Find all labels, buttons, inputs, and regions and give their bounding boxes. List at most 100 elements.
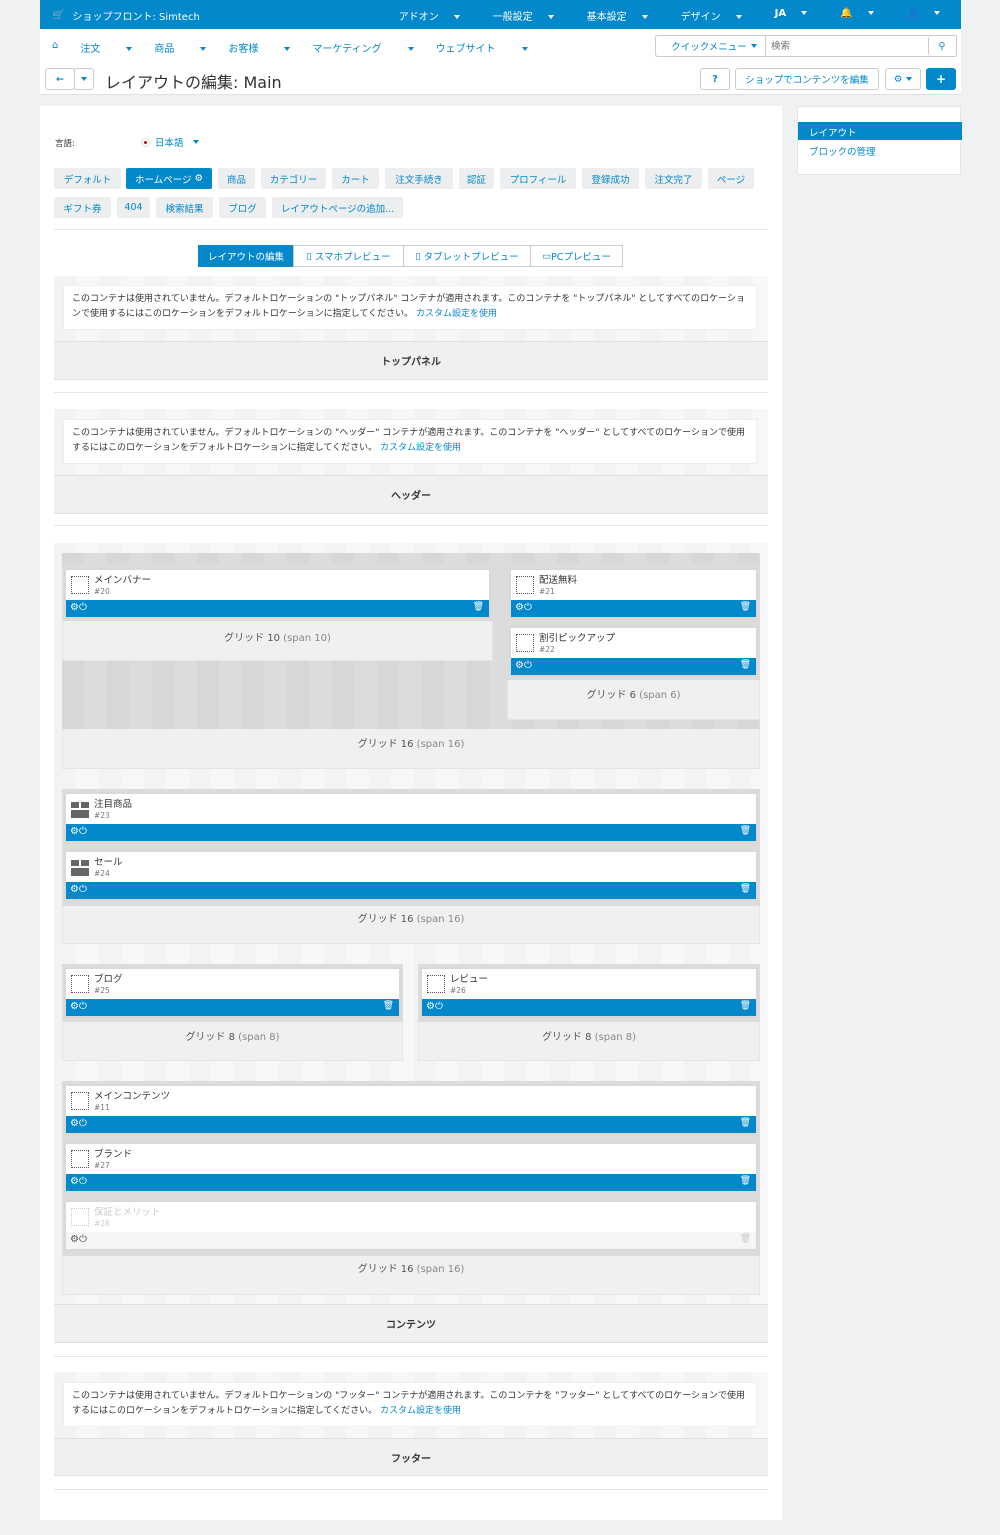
power-icon[interactable]: ⏻ — [79, 1234, 87, 1245]
topnav-addons[interactable]: アドオン — [377, 8, 471, 23]
gear-icon[interactable]: ⚙ — [426, 1001, 435, 1012]
tab-auth[interactable]: 認証 — [459, 168, 494, 189]
tab-desktop-preview[interactable]: ▭ PCプレビュー — [530, 245, 623, 267]
tab-products[interactable]: 商品 — [218, 168, 255, 189]
tab-checkout[interactable]: 注文手続き — [385, 168, 453, 189]
tab-gift-certificates[interactable]: ギフト券 — [54, 197, 111, 218]
settings-dropdown-button[interactable]: ⚙ — [885, 68, 921, 90]
help-button[interactable]: ? — [700, 68, 730, 90]
block-brands[interactable]: ブランド #27 ⚙⏻ 🗑 — [64, 1142, 758, 1193]
block-id: #27 — [94, 1161, 110, 1170]
power-icon[interactable]: ⏻ — [79, 1001, 87, 1012]
tab-mobile-preview[interactable]: ▯ スマホプレビュー — [293, 245, 404, 267]
block-main-content[interactable]: メインコンテンツ #11 ⚙⏻ 🗑 — [64, 1084, 758, 1135]
power-icon[interactable]: ⏻ — [524, 602, 532, 613]
block-free-shipping[interactable]: 配送無料 #21 ⚙⏻ 🗑 — [509, 568, 758, 619]
block-featured-products[interactable]: 注目商品 #23 ⚙⏻ 🗑 — [64, 792, 758, 843]
block-discount-pickup[interactable]: 割引ピックアップ #22 ⚙⏻ 🗑 — [509, 626, 758, 677]
grid-8-a-label: グリッド 8 (span 8) — [185, 1032, 280, 1043]
edit-on-store-button[interactable]: ショップでコンテンツを編集 — [735, 68, 879, 90]
top-panel-label: トップパネル — [54, 341, 768, 380]
search-icon[interactable]: ⚲ — [928, 36, 955, 56]
storefront-switcher[interactable]: 🛒 ショップフロント: Simtech — [52, 8, 200, 23]
gear-icon[interactable]: ⚙ — [70, 1176, 79, 1187]
tab-registration-success[interactable]: 登録成功 — [582, 168, 639, 189]
content-label: コンテンツ — [54, 1304, 768, 1343]
block-blog[interactable]: ブログ #25 ⚙⏻ 🗑 — [64, 967, 401, 1018]
gear-icon[interactable]: ⚙ — [515, 602, 524, 613]
tab-search-results[interactable]: 検索結果 — [156, 197, 213, 218]
block-guarantees-disabled[interactable]: 保証とメリット #28 ⚙⏻ 🗑 — [64, 1200, 758, 1251]
tab-default[interactable]: デフォルト — [54, 168, 121, 189]
tab-edit-layout[interactable]: レイアウトの編集 — [198, 245, 294, 267]
tab-add-layout-page[interactable]: レイアウトページの追加... — [272, 197, 403, 218]
tab-cart[interactable]: カート — [332, 168, 379, 189]
gear-icon[interactable]: ⚙ — [195, 173, 204, 184]
tablet-icon: ▯ — [415, 250, 421, 262]
block-name: 割引ピックアップ — [539, 633, 616, 644]
power-icon[interactable]: ⏻ — [524, 660, 532, 671]
back-dropdown-button[interactable] — [74, 68, 94, 90]
gear-icon[interactable]: ⚙ — [515, 660, 524, 671]
trash-icon[interactable]: 🗑 — [473, 602, 484, 612]
power-icon[interactable]: ⏻ — [79, 602, 87, 613]
gear-icon[interactable]: ⚙ — [70, 884, 79, 895]
trash-icon[interactable]: 🗑 — [740, 1176, 751, 1186]
tab-order-complete[interactable]: 注文完了 — [645, 168, 702, 189]
tab-tablet-preview[interactable]: ▯ タブレットプレビュー — [403, 245, 531, 267]
trash-icon[interactable]: 🗑 — [740, 884, 751, 894]
menu-customers[interactable]: お客様 — [228, 40, 291, 55]
block-reviews[interactable]: レビュー #26 ⚙⏻ 🗑 — [420, 967, 758, 1018]
power-icon[interactable]: ⏻ — [79, 1176, 87, 1187]
tab-blog[interactable]: ブログ — [219, 197, 266, 218]
block-main-banner[interactable]: メインバナー #20 ⚙⏻ 🗑 — [64, 568, 491, 619]
use-custom-settings-link[interactable]: カスタム設定を使用 — [380, 443, 461, 453]
menu-products[interactable]: 商品 — [154, 40, 207, 55]
menu-orders[interactable]: 注文 — [80, 40, 133, 55]
bell-icon[interactable]: 🔔 — [818, 8, 884, 23]
language-selector[interactable]: 日本語 — [141, 135, 199, 149]
gear-icon[interactable]: ⚙ — [70, 1118, 79, 1129]
use-custom-settings-link[interactable]: カスタム設定を使用 — [416, 309, 497, 319]
topnav-design[interactable]: デザイン — [659, 8, 753, 23]
trash-icon[interactable]: 🗑 — [383, 1001, 394, 1011]
use-custom-settings-link[interactable]: カスタム設定を使用 — [380, 1406, 461, 1416]
menu-marketing[interactable]: マーケティング — [312, 40, 414, 55]
block-id: #28 — [94, 1219, 110, 1228]
tab-pages[interactable]: ページ — [708, 168, 754, 189]
block-toolbar: ⚙⏻ 🗑 — [66, 1116, 756, 1133]
power-icon[interactable]: ⏻ — [79, 884, 87, 895]
topnav-language[interactable]: JA — [753, 8, 818, 23]
gear-icon[interactable]: ⚙ — [70, 1234, 79, 1245]
back-button[interactable]: ← — [45, 68, 75, 90]
trash-icon[interactable]: 🗑 — [740, 602, 751, 612]
sidebar-item-manage-blocks[interactable]: ブロックの管理 — [809, 144, 876, 158]
power-icon[interactable]: ⏻ — [79, 1118, 87, 1129]
gear-icon[interactable]: ⚙ — [70, 1001, 79, 1012]
power-icon[interactable]: ⏻ — [79, 826, 87, 837]
sidebar-item-layouts[interactable]: レイアウト — [798, 122, 962, 140]
block-sale[interactable]: セール #24 ⚙⏻ 🗑 — [64, 850, 758, 901]
gear-icon[interactable]: ⚙ — [70, 602, 79, 613]
grid-16-c-label: グリッド 16 (span 16) — [357, 1264, 465, 1275]
gear-icon[interactable]: ⚙ — [70, 826, 79, 837]
tab-categories[interactable]: カテゴリー — [261, 168, 326, 189]
header-label: ヘッダー — [54, 475, 768, 514]
divider — [54, 525, 768, 526]
trash-icon[interactable]: 🗑 — [740, 1001, 751, 1011]
trash-icon[interactable]: 🗑 — [740, 1234, 751, 1244]
user-icon[interactable]: 👤 — [885, 8, 951, 23]
topnav-basic-settings[interactable]: 基本設定 — [565, 8, 659, 23]
tab-homepage[interactable]: ホームページ ⚙ — [126, 168, 212, 189]
add-button[interactable]: + — [926, 68, 956, 90]
power-icon[interactable]: ⏻ — [435, 1001, 443, 1012]
trash-icon[interactable]: 🗑 — [740, 826, 751, 836]
trash-icon[interactable]: 🗑 — [740, 660, 751, 670]
home-icon[interactable]: ⌂ — [52, 40, 58, 55]
topnav-general-settings[interactable]: 一般設定 — [471, 8, 565, 23]
trash-icon[interactable]: 🗑 — [740, 1118, 751, 1128]
tab-404[interactable]: 404 — [117, 197, 150, 218]
menu-website[interactable]: ウェブサイト — [436, 40, 528, 55]
tab-profile[interactable]: プロフィール — [500, 168, 576, 189]
quick-menu-button[interactable]: クイックメニュー — [655, 35, 773, 57]
